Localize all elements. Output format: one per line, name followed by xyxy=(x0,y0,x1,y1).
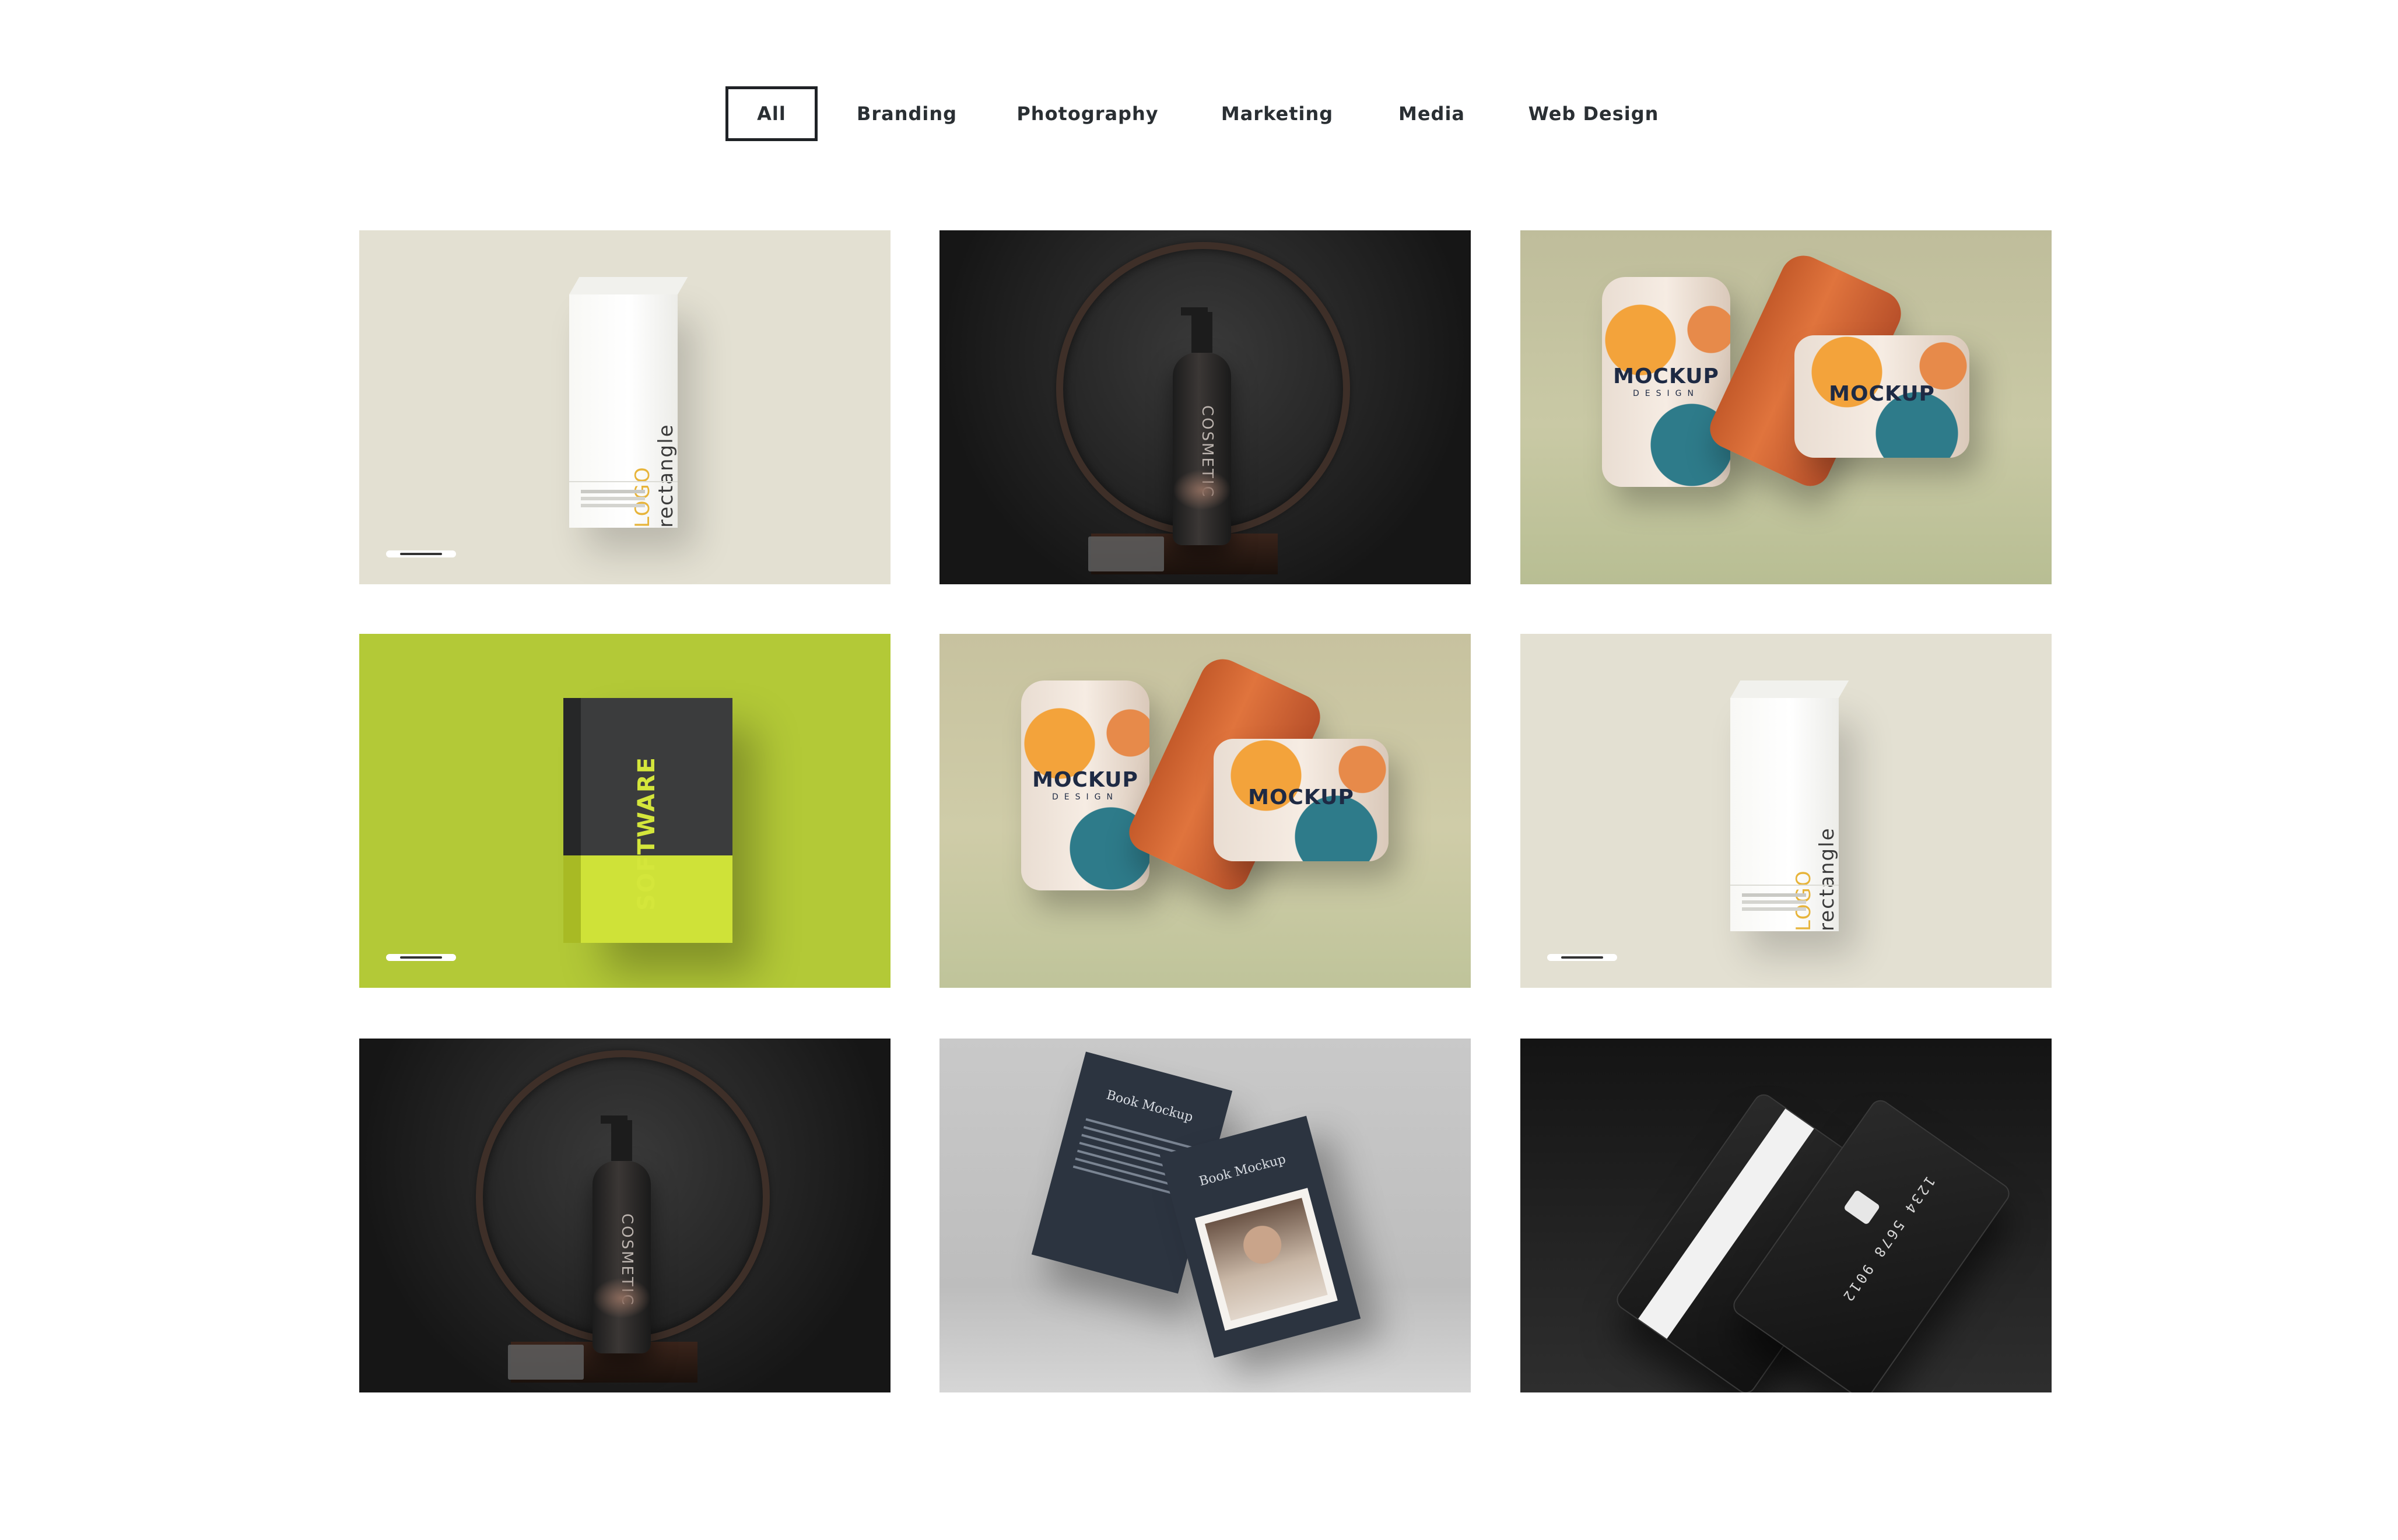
soda-can-image: MOCKUP DESIGN xyxy=(1602,277,1730,487)
box-logo: LOGO rectangle xyxy=(631,423,678,528)
label-card-image xyxy=(508,1345,584,1380)
soda-can-image: MOCKUP DESIGN xyxy=(1021,680,1149,890)
filter-tab-photography[interactable]: Photography xyxy=(1009,86,1166,141)
software-box-image: SOFTWARE xyxy=(563,698,732,943)
book-front-cover-image: Book Mockup xyxy=(1159,1115,1361,1358)
gallery-item-credit-card-mockup[interactable]: 1234 5678 9012 xyxy=(1520,1039,2052,1392)
gallery-item-cans-mockup[interactable]: MOCKUP DESIGN MOCKUP xyxy=(1520,230,2052,584)
soda-can-lying-image: MOCKUP xyxy=(1794,335,1969,458)
filter-tab-web-design[interactable]: Web Design xyxy=(1522,86,1665,141)
gallery-item-cans-mockup-2[interactable]: MOCKUP DESIGN MOCKUP xyxy=(939,634,1471,988)
filter-tab-all[interactable]: All xyxy=(725,86,818,141)
photo-credit-badge xyxy=(386,550,456,557)
white-box-image: LOGO rectangle xyxy=(569,277,688,528)
soda-can-lying-image: MOCKUP xyxy=(1214,739,1389,861)
filter-tab-branding[interactable]: Branding xyxy=(849,86,965,141)
photo-credit-badge xyxy=(386,954,456,961)
gallery-item-software-box-mockup[interactable]: SOFTWARE xyxy=(359,634,891,988)
label-card-image xyxy=(1088,536,1164,571)
cosmetic-bottle-image: COSMETIC xyxy=(593,1115,651,1353)
gallery-item-box-mockup-2[interactable]: LOGO rectangle xyxy=(1520,634,2052,988)
gallery-item-bottle-mockup[interactable]: COSMETIC xyxy=(939,230,1471,584)
filter-tab-marketing[interactable]: Marketing xyxy=(1216,86,1338,141)
filter-tab-media[interactable]: Media xyxy=(1391,86,1473,141)
gallery-item-box-mockup[interactable]: LOGO rectangle xyxy=(359,230,891,584)
cosmetic-bottle-image: COSMETIC xyxy=(1173,307,1231,545)
gallery-item-book-mockup[interactable]: Book Mockup Book Mockup xyxy=(939,1039,1471,1392)
photo-credit-badge xyxy=(1547,954,1617,961)
white-box-image: LOGO rectangle xyxy=(1730,680,1849,931)
gallery-item-bottle-mockup-2[interactable]: COSMETIC xyxy=(359,1039,891,1392)
portfolio-filter-nav: All Branding Photography Marketing Media… xyxy=(0,86,2398,141)
box-logo: LOGO rectangle xyxy=(1792,827,1839,931)
